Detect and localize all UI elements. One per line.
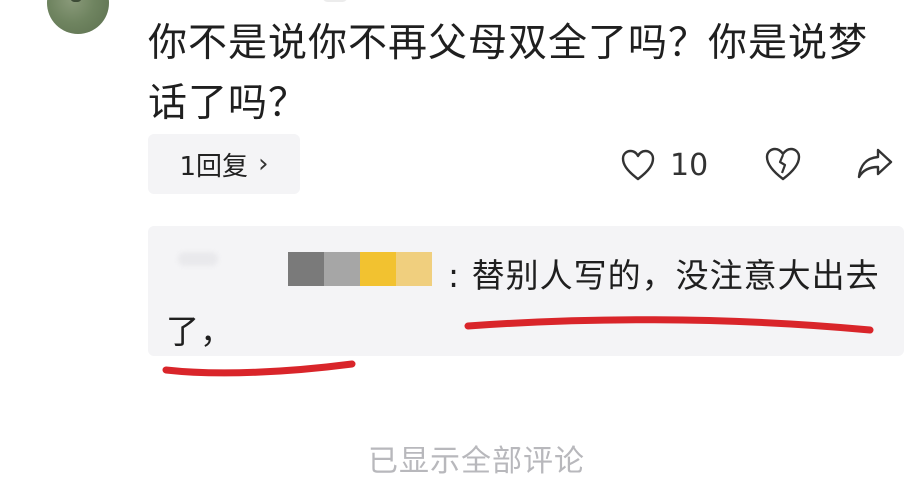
avatar[interactable]: [47, 0, 109, 34]
username-fragment: [322, 0, 348, 2]
replies-button[interactable]: 1回复 ›: [148, 134, 300, 194]
heart-icon: [621, 149, 655, 181]
share-button[interactable]: [856, 146, 894, 186]
broken-heart-icon: [765, 147, 801, 181]
sub-reply-text: : 替别人写的，没注意大出去了，: [166, 256, 880, 351]
red-annotation-underline: [162, 360, 356, 377]
like-button[interactable]: 10: [620, 140, 708, 190]
dislike-button[interactable]: [764, 146, 802, 186]
share-icon: [857, 148, 893, 179]
all-comments-shown-text: 已显示全部评论: [368, 444, 585, 479]
comment-text: 你不是说你不再父母双全了吗？你是说梦话了吗？: [148, 21, 869, 126]
replies-label: 1回复: [179, 151, 249, 182]
red-annotation-underline: [464, 316, 874, 334]
like-count: 10: [670, 147, 709, 183]
chevron-right-icon: ›: [258, 149, 269, 179]
